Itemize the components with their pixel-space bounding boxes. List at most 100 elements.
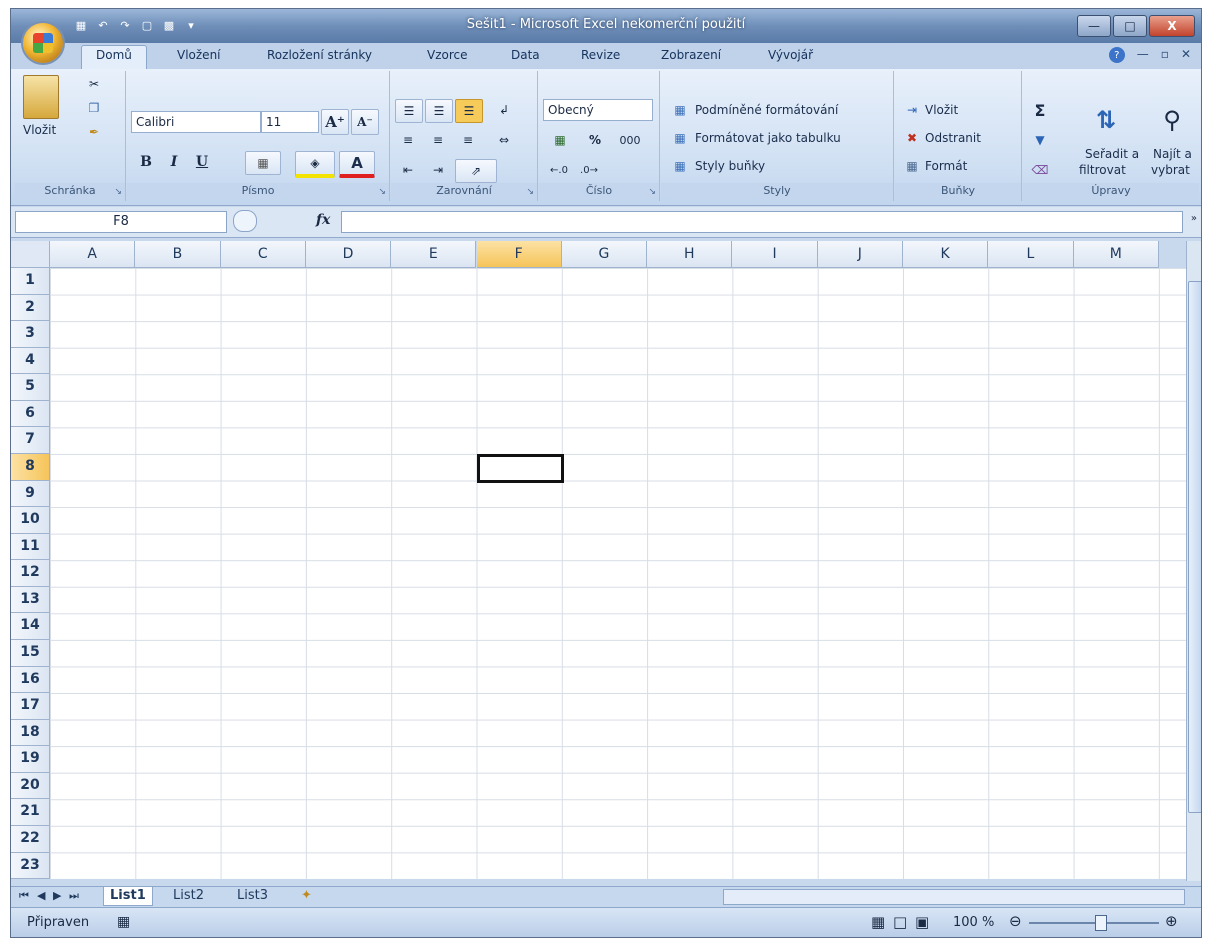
orientation-icon[interactable]: ⇗ [455,159,497,183]
tab-data[interactable]: Data [511,48,540,62]
copy-icon[interactable]: ❐ [85,99,103,117]
row-header-19[interactable]: 19 [11,746,50,773]
zoom-level[interactable]: 100 % [953,915,994,930]
tab-vzorce[interactable]: Vzorce [427,48,468,62]
zoom-slider[interactable] [1029,915,1159,931]
row-header-7[interactable]: 7 [11,427,50,454]
font-launcher-icon[interactable]: ↘ [378,187,386,197]
conditional-formatting-button[interactable]: Podmíněné formátování [695,103,838,117]
select-all-corner[interactable] [11,241,50,268]
column-header-a[interactable]: A [50,241,136,268]
zoom-slider-knob[interactable] [1095,915,1107,931]
macro-record-icon[interactable]: ▦ [117,914,130,930]
increase-decimal-icon[interactable]: ←.0 [545,159,573,181]
row-header-22[interactable]: 22 [11,825,50,853]
maximize-button[interactable]: □ [1113,15,1147,37]
cell-styles-button[interactable]: Styly buňky [695,159,765,173]
minimize-button[interactable]: — [1077,15,1111,37]
sheet-tab-list2[interactable]: List2 [173,887,204,905]
column-header-c[interactable]: C [220,241,306,268]
name-box[interactable]: F8 [15,211,227,233]
office-button[interactable] [23,23,63,63]
decrease-decimal-icon[interactable]: .0→ [575,159,603,181]
sort-filter-line1[interactable]: Seřadit a [1085,147,1139,161]
row-header-13[interactable]: 13 [11,586,50,614]
tab-vyvojar[interactable]: Vývojář [768,48,813,62]
zoom-out-icon[interactable]: ⊖ [1009,912,1022,930]
active-cell[interactable] [476,453,564,483]
row-header-23[interactable]: 23 [11,852,50,880]
align-center-icon[interactable]: ≡ [425,129,451,151]
column-header-g[interactable]: G [561,241,648,268]
insert-cells-button[interactable]: Vložit [925,103,958,117]
row-header-8[interactable]: 8 [11,453,50,481]
italic-button[interactable]: I [163,151,185,173]
fill-color-icon[interactable]: ◈ [295,151,335,178]
alignment-launcher-icon[interactable]: ↘ [526,187,534,197]
format-as-table-button[interactable]: Formátovat jako tabulku [695,131,841,145]
clear-icon[interactable]: ⌫ [1029,159,1051,181]
page-break-view-icon[interactable]: ▣ [915,913,929,931]
sheet-nav-prev-icon[interactable]: ◀ [37,887,45,905]
shrink-font-icon[interactable]: A⁻ [351,109,379,135]
row-header-21[interactable]: 21 [11,799,50,826]
merge-center-icon[interactable]: ⇔ [489,129,519,151]
sheet-tab-list1[interactable]: List1 [103,887,153,906]
row-header-2[interactable]: 2 [11,294,50,322]
clipboard-launcher-icon[interactable]: ↘ [114,187,122,197]
tab-zobrazeni[interactable]: Zobrazení [661,48,721,62]
currency-icon[interactable]: ▦ [545,129,575,151]
number-launcher-icon[interactable]: ↘ [648,187,656,197]
column-header-j[interactable]: J [817,241,903,268]
row-header-16[interactable]: 16 [11,666,50,694]
row-header-5[interactable]: 5 [11,374,50,401]
percent-button[interactable]: % [583,129,607,151]
align-bottom-icon[interactable]: ☰ [455,99,483,123]
horizontal-scrollbar[interactable] [723,889,1185,905]
page-layout-view-icon[interactable]: □ [893,913,907,931]
grow-font-icon[interactable]: A⁺ [321,109,349,135]
tab-rozlozeni-stranky[interactable]: Rozložení stránky [267,48,372,62]
ribbon-close-icon[interactable]: ✕ [1181,47,1191,63]
vertical-scroll-thumb[interactable] [1188,281,1201,813]
row-header-10[interactable]: 10 [11,507,50,534]
autosum-button[interactable]: Σ [1029,99,1051,121]
column-header-b[interactable]: B [135,241,221,268]
align-middle-icon[interactable]: ☰ [425,99,453,123]
sheet-tab-list3[interactable]: List3 [237,887,268,905]
column-header-d[interactable]: D [305,241,392,268]
sheet-nav-first-icon[interactable]: ⏮ [19,887,29,905]
column-header-m[interactable]: M [1073,241,1159,268]
font-name-select[interactable]: Calibri [131,111,261,133]
column-header-f[interactable]: F [476,241,562,268]
align-top-icon[interactable]: ☰ [395,99,423,123]
fill-icon[interactable]: ▼ [1029,129,1051,151]
sheet-nav-next-icon[interactable]: ▶ [53,887,61,905]
column-header-k[interactable]: K [903,241,989,268]
thousands-button[interactable]: 000 [613,129,647,151]
row-header-4[interactable]: 4 [11,347,50,375]
column-header-l[interactable]: L [988,241,1074,268]
help-icon[interactable]: ? [1108,47,1125,63]
sort-filter-line2[interactable]: filtrovat [1079,163,1126,177]
wrap-text-icon[interactable]: ↲ [489,99,519,121]
increase-indent-icon[interactable]: ⇥ [425,159,451,181]
cell-area[interactable] [50,268,1186,880]
normal-view-icon[interactable]: ▦ [871,913,885,931]
row-header-11[interactable]: 11 [11,533,50,561]
find-select-line1[interactable]: Najít a [1153,147,1192,161]
vertical-scrollbar[interactable] [1186,241,1201,881]
row-header-17[interactable]: 17 [11,693,50,720]
ribbon-minimize-icon[interactable]: — [1137,47,1149,63]
row-header-18[interactable]: 18 [11,719,50,747]
font-size-select[interactable]: 11 [261,111,319,133]
column-header-h[interactable]: H [647,241,733,268]
font-color-icon[interactable]: A [339,151,375,178]
number-format-select[interactable]: Obecný [543,99,653,121]
ribbon-restore-icon[interactable]: ▫ [1161,47,1169,63]
insert-sheet-icon[interactable]: ✦ [301,887,312,905]
borders-icon[interactable]: ▦ [245,151,281,175]
expand-formula-bar-icon[interactable]: » [1191,213,1197,224]
decrease-indent-icon[interactable]: ⇤ [395,159,421,181]
format-painter-icon[interactable]: ✒ [85,123,103,141]
